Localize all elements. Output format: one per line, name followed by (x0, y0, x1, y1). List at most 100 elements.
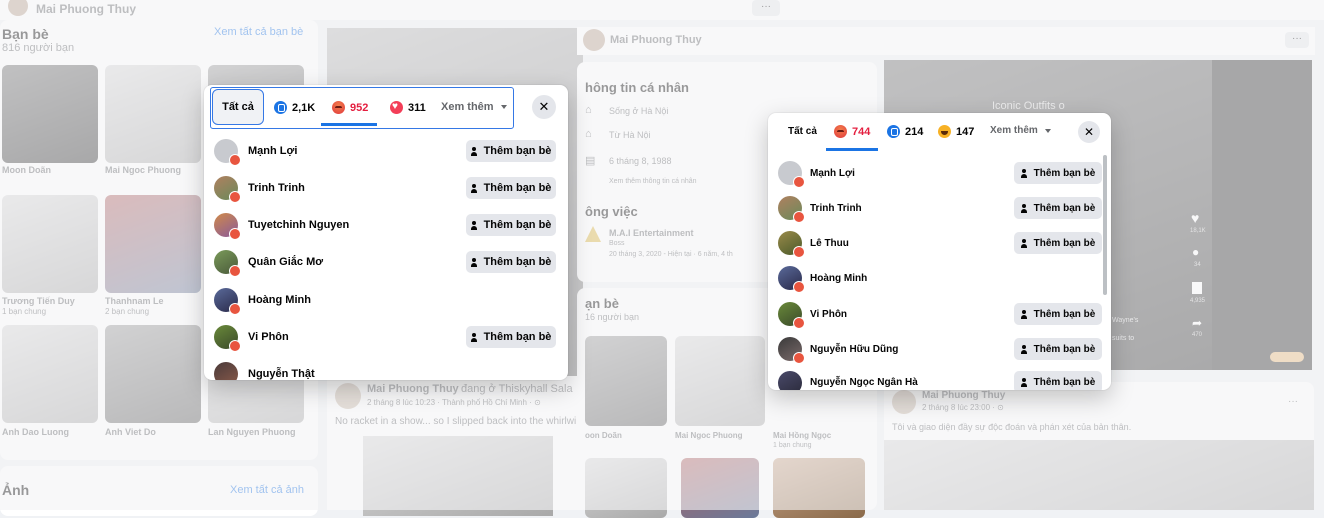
list-item[interactable]: Vi Phôn Thêm bạn bè (768, 297, 1111, 333)
friend-photo[interactable] (2, 65, 98, 163)
close-button[interactable]: ✕ (1078, 121, 1100, 143)
avatar[interactable] (778, 196, 805, 223)
bookmark-icon[interactable] (1192, 282, 1202, 294)
avatar[interactable] (214, 288, 241, 315)
avatar[interactable] (214, 250, 241, 277)
avatar[interactable] (778, 161, 805, 188)
post-image-bottom[interactable] (363, 436, 553, 516)
right-post-image[interactable] (884, 440, 1314, 510)
avatar[interactable] (778, 266, 805, 293)
avatar[interactable] (214, 139, 241, 166)
person-name[interactable]: Mạnh Lợi (248, 145, 297, 157)
friend-name[interactable]: oon Doãn (585, 431, 622, 440)
work-company[interactable]: M.A.I Entertainment (609, 228, 694, 238)
friend-photo[interactable] (681, 458, 759, 518)
right-post-author[interactable]: Mai Phuong Thuy (922, 390, 1005, 401)
add-friend-button[interactable]: Thêm bạn bè (466, 140, 556, 162)
tab-angry[interactable]: 744 (834, 125, 870, 138)
friend-name[interactable]: Lan Nguyen Phuong (208, 427, 296, 437)
heart-icon[interactable]: ♥ (1191, 210, 1199, 226)
reaction-summary-icon[interactable] (1270, 352, 1304, 362)
person-name[interactable]: Vi Phôn (810, 309, 847, 320)
list-item[interactable]: Quân Giắc Mơ Thêm bạn bè (204, 244, 568, 280)
add-friend-button[interactable]: Thêm bạn bè (1014, 232, 1102, 254)
person-name[interactable]: Trinh Trinh (810, 203, 862, 214)
friend-name[interactable]: Mai Ngoc Phuong (105, 165, 181, 175)
avatar[interactable] (583, 29, 605, 51)
avatar[interactable] (214, 213, 241, 240)
friend-photo[interactable] (105, 325, 201, 423)
person-name[interactable]: Lê Thuu (810, 238, 849, 249)
friend-photo[interactable] (105, 65, 201, 163)
tab-angry[interactable]: 952 (332, 101, 368, 114)
avatar[interactable] (778, 231, 805, 258)
list-item[interactable]: Hoàng Minh (768, 261, 1111, 297)
add-friend-button[interactable]: Thêm bạn bè (1014, 338, 1102, 360)
tab-like[interactable]: 214 (887, 125, 923, 138)
list-item[interactable]: Nguyễn Hữu Dũng Thêm bạn bè (768, 332, 1111, 368)
friend-name[interactable]: Moon Doãn (2, 165, 51, 175)
avatar[interactable] (8, 0, 28, 16)
top-bar-name[interactable]: Mai Phuong Thuy (36, 2, 136, 16)
friend-photo[interactable] (2, 325, 98, 423)
person-name[interactable]: Mạnh Lợi (810, 168, 855, 179)
post-checkin[interactable]: đang ở Thiskyhall Sala (461, 383, 573, 395)
add-friend-button[interactable]: Thêm bạn bè (466, 214, 556, 236)
friend-photo[interactable] (585, 458, 667, 518)
person-name[interactable]: Hoàng Minh (810, 273, 867, 284)
share-icon[interactable]: ➦ (1192, 316, 1202, 330)
avatar[interactable] (214, 176, 241, 203)
more-button[interactable]: ··· (752, 0, 780, 16)
list-item[interactable]: Lê Thuu Thêm bạn bè (768, 226, 1111, 262)
list-item[interactable]: Nguyễn Thật (204, 357, 568, 380)
friend-name[interactable]: Mai Hồng Ngọc (773, 431, 831, 440)
list-item[interactable]: Mạnh Lợi Thêm bạn bè (204, 133, 568, 169)
person-name[interactable]: Trinh Trinh (248, 182, 305, 194)
add-friend-button[interactable]: Thêm bạn bè (466, 326, 556, 348)
tab-haha[interactable]: 147 (938, 125, 974, 138)
avatar[interactable] (778, 302, 805, 329)
tab-all[interactable]: Tất cả (788, 126, 817, 137)
avatar[interactable] (778, 371, 802, 390)
profile-name[interactable]: Mai Phuong Thuy (610, 34, 702, 46)
add-friend-button[interactable]: Thêm bạn bè (1014, 197, 1102, 219)
list-item[interactable]: Nguyễn Ngọc Ngân Hà Thêm bạn bè (768, 367, 1111, 390)
person-name[interactable]: Tuyetchinh Nguyen (248, 219, 349, 231)
friend-name[interactable]: Mai Ngoc Phuong (675, 431, 743, 440)
tab-all[interactable]: Tất cả (212, 89, 264, 125)
list-item[interactable]: Tuyetchinh Nguyen Thêm bạn bè (204, 207, 568, 243)
list-item[interactable]: Vi Phôn Thêm bạn bè (204, 319, 568, 355)
add-friend-button[interactable]: Thêm bạn bè (1014, 162, 1102, 184)
person-name[interactable]: Nguyễn Hữu Dũng (810, 344, 898, 355)
person-name[interactable]: Nguyễn Thật (248, 368, 315, 380)
friend-name[interactable]: Anh Viet Do (105, 427, 156, 437)
tab-love[interactable]: 311 (390, 100, 426, 114)
friend-name[interactable]: Thanhnam Le (105, 296, 164, 306)
friend-name[interactable]: Trương Tiến Duy (2, 296, 75, 306)
friend-photo[interactable] (105, 195, 201, 293)
company-logo[interactable] (585, 226, 601, 242)
person-name[interactable]: Hoàng Minh (248, 294, 311, 306)
avatar[interactable] (214, 362, 238, 380)
person-name[interactable]: Nguyễn Ngọc Ngân Hà (810, 377, 918, 388)
friend-photo[interactable] (675, 336, 765, 426)
close-button[interactable]: ✕ (532, 95, 556, 119)
tab-more[interactable]: Xem thêm (990, 125, 1051, 136)
person-name[interactable]: Quân Giắc Mơ (248, 256, 323, 268)
friend-photo[interactable] (773, 458, 865, 518)
avatar[interactable] (335, 383, 361, 409)
list-item[interactable]: Hoàng Minh (204, 282, 568, 318)
see-more-info-link[interactable]: Xem thêm thông tin cá nhân (609, 178, 697, 185)
friend-name[interactable]: Anh Dao Luong (2, 427, 69, 437)
add-friend-button[interactable]: Thêm bạn bè (1014, 303, 1102, 325)
list-item[interactable]: Trinh Trinh Thêm bạn bè (204, 170, 568, 206)
add-friend-button[interactable]: Thêm bạn bè (1014, 371, 1102, 390)
profile-more-button[interactable]: ··· (1285, 32, 1309, 48)
friend-photo[interactable] (2, 195, 98, 293)
person-name[interactable]: Vi Phôn (248, 331, 289, 343)
right-post-more[interactable]: ··· (1288, 396, 1298, 407)
add-friend-button[interactable]: Thêm bạn bè (466, 251, 556, 273)
comment-icon[interactable]: ● (1192, 245, 1199, 259)
avatar[interactable] (892, 390, 916, 414)
tab-like[interactable]: 2,1K (274, 101, 315, 114)
